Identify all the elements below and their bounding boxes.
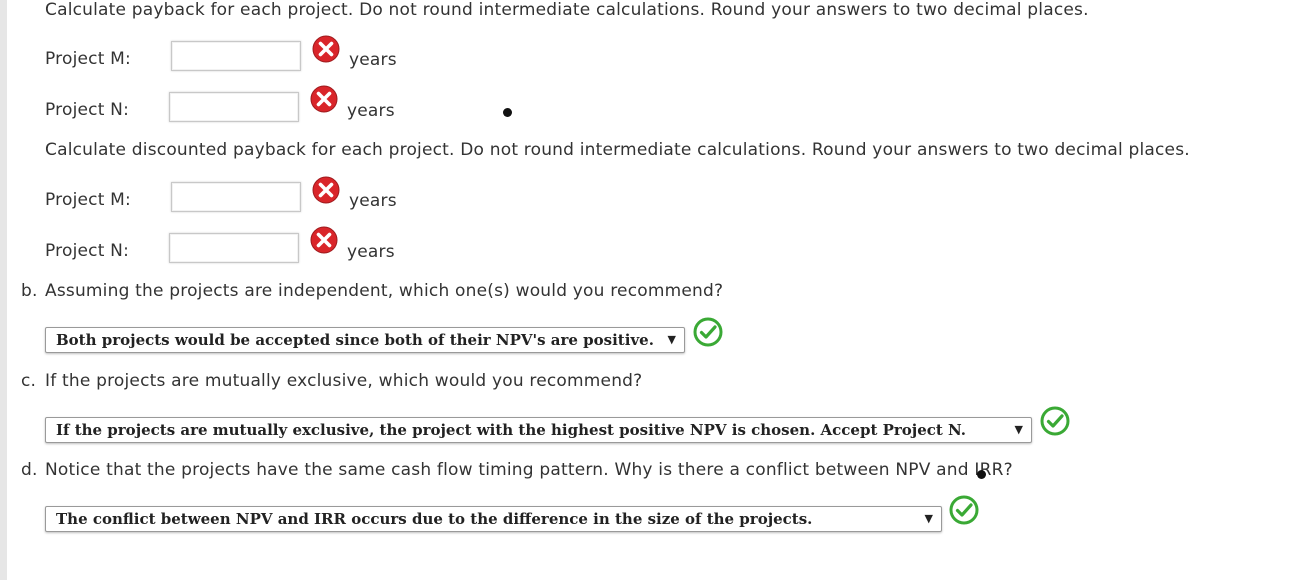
question-c-text: If the projects are mutually exclusive, … <box>45 371 643 391</box>
x-circle-icon <box>310 85 338 113</box>
discounted-project-n-input[interactable] <box>169 233 299 263</box>
discounted-payback-instruction: Calculate discounted payback for each pr… <box>45 140 1190 160</box>
payback-instruction: Calculate payback for each project. Do n… <box>45 0 1089 20</box>
question-b-selected: Both projects would be accepted since bo… <box>56 331 654 349</box>
question-b-dropdown[interactable]: Both projects would be accepted since bo… <box>45 327 685 353</box>
triangle-down-icon: ▼ <box>924 512 933 525</box>
triangle-down-icon: ▼ <box>1014 423 1023 436</box>
payback-project-n-input[interactable] <box>169 92 299 122</box>
payback-project-n-label: Project N: <box>45 100 130 120</box>
discounted-project-m-input[interactable] <box>171 182 301 212</box>
check-circle-icon <box>693 317 723 347</box>
discounted-project-m-unit: years <box>349 191 397 211</box>
payback-project-m-unit: years <box>349 50 397 70</box>
payback-project-m-label: Project M: <box>45 49 131 69</box>
payback-project-n-unit: years <box>347 101 395 121</box>
x-circle-icon <box>312 176 340 204</box>
question-d-text: Notice that the projects have the same c… <box>45 460 1013 480</box>
x-circle-icon <box>312 35 340 63</box>
cursor-dot <box>977 470 986 479</box>
payback-project-m-input[interactable] <box>171 41 301 71</box>
x-circle-icon <box>310 226 338 254</box>
check-circle-icon <box>1040 406 1070 436</box>
question-c-selected: If the projects are mutually exclusive, … <box>56 421 967 439</box>
question-b-text: Assuming the projects are independent, w… <box>45 281 724 301</box>
question-b-letter: b. <box>21 281 38 301</box>
question-d-selected: The conflict between NPV and IRR occurs … <box>56 510 813 528</box>
question-c-letter: c. <box>21 371 37 391</box>
left-border <box>0 0 7 580</box>
question-d-letter: d. <box>21 460 38 480</box>
check-circle-icon <box>949 495 979 525</box>
question-d-dropdown[interactable]: The conflict between NPV and IRR occurs … <box>45 506 942 532</box>
discounted-project-n-unit: years <box>347 242 395 262</box>
cursor-dot <box>503 108 512 117</box>
triangle-down-icon: ▼ <box>667 333 676 346</box>
discounted-project-m-label: Project M: <box>45 190 131 210</box>
question-c-dropdown[interactable]: If the projects are mutually exclusive, … <box>45 417 1032 443</box>
discounted-project-n-label: Project N: <box>45 241 130 261</box>
